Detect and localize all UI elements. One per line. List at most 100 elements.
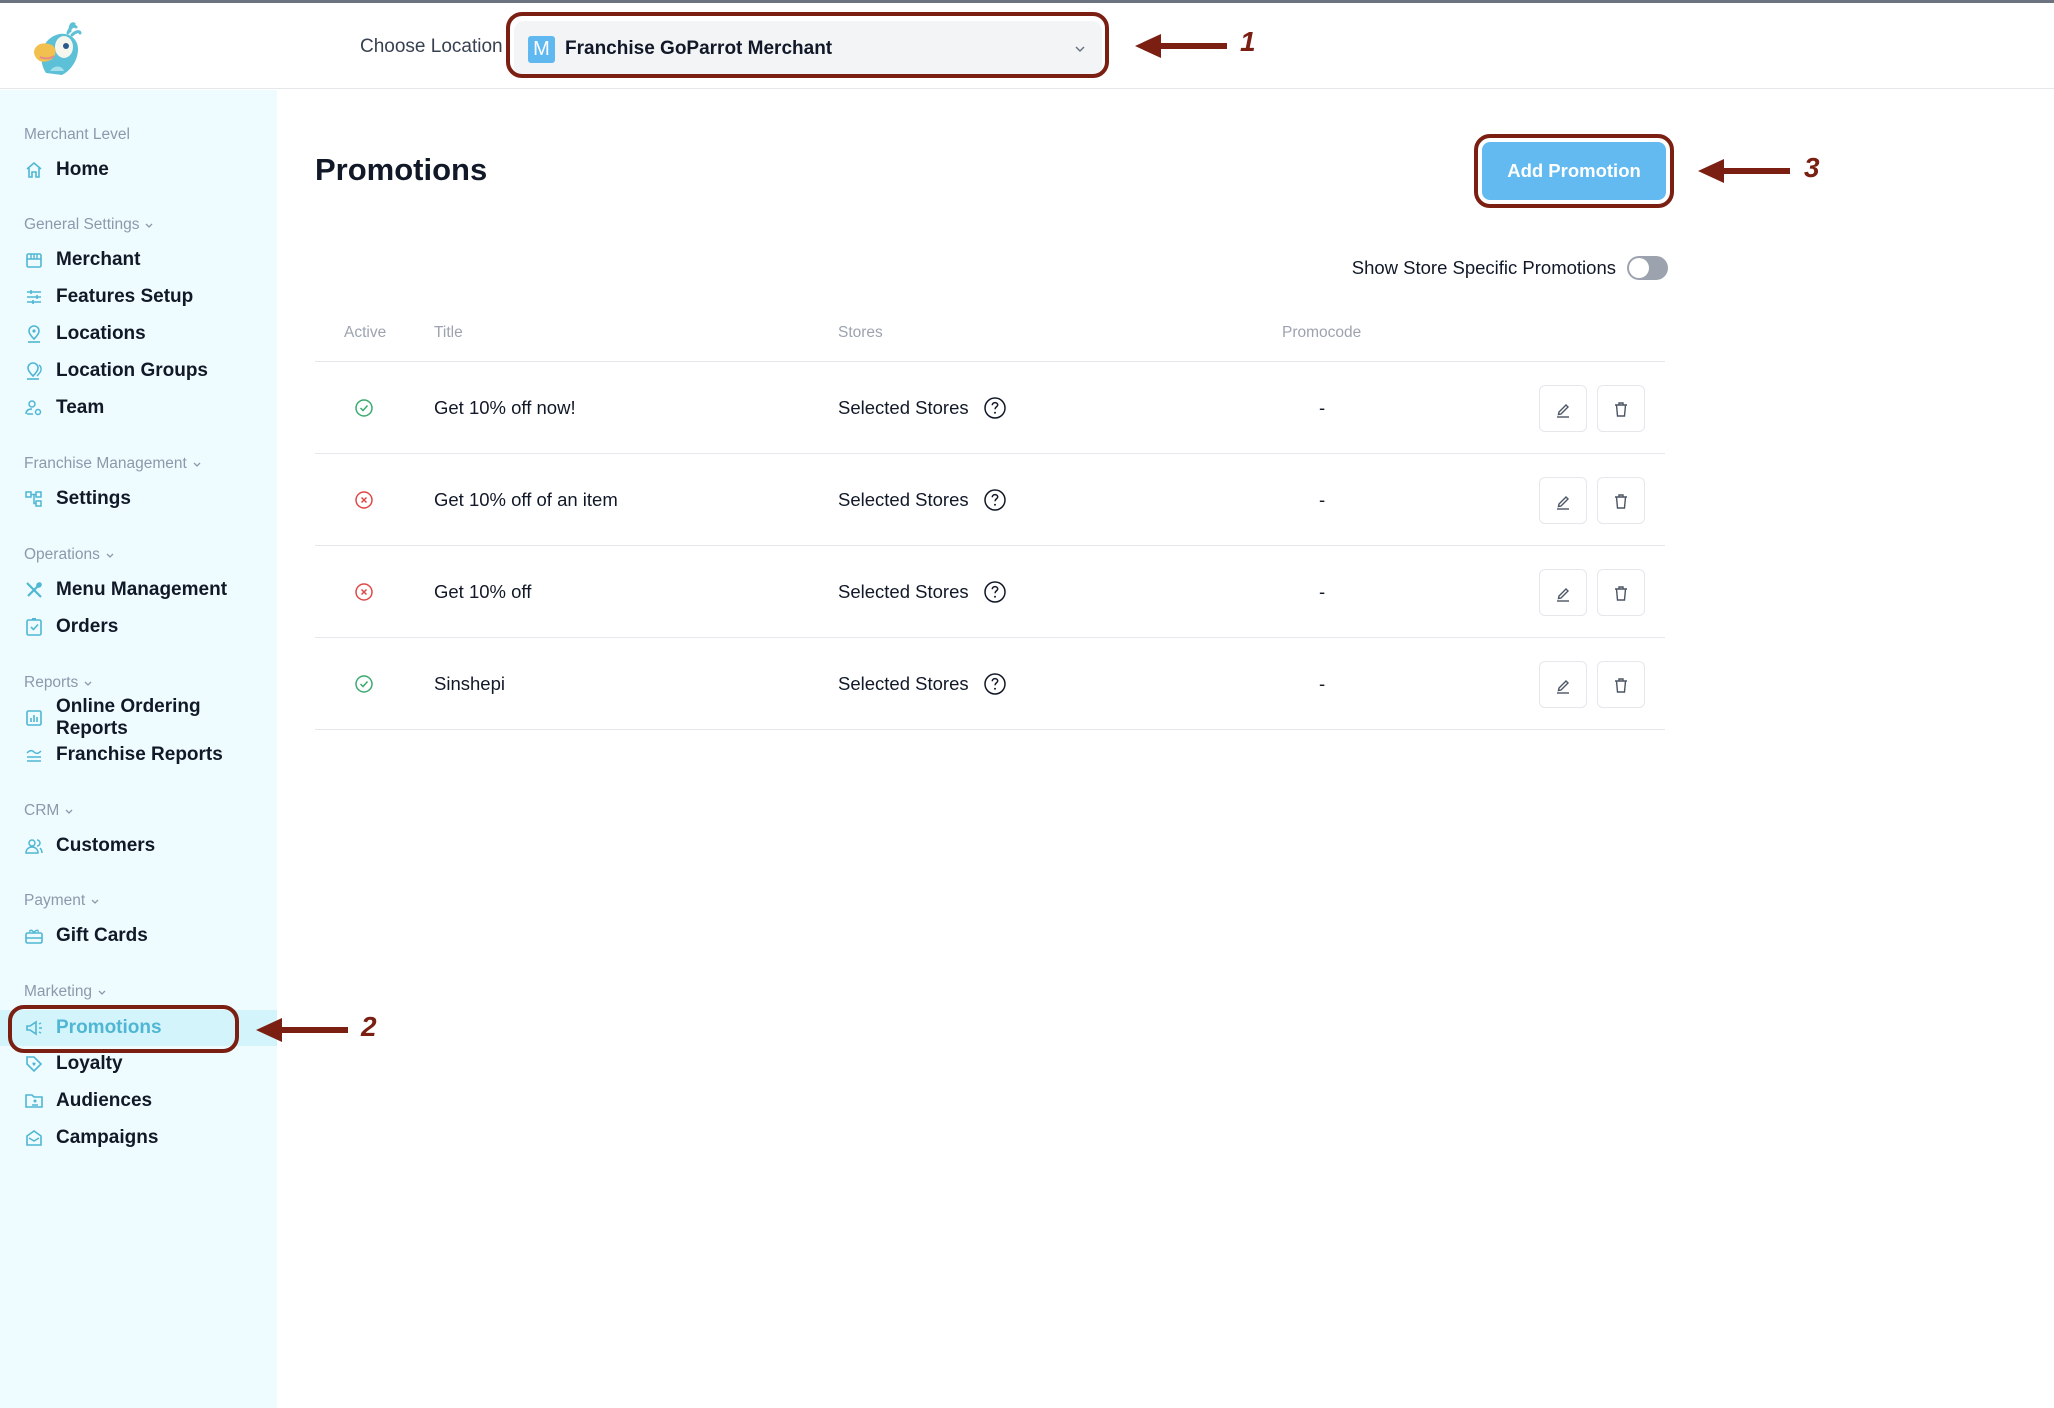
sidebar-item-features-setup[interactable]: Features Setup: [0, 279, 277, 315]
sidebar-item-franchise-settings[interactable]: Settings: [0, 481, 277, 517]
location-selected-value: Franchise GoParrot Merchant: [565, 38, 833, 59]
sidebar-item-gift-cards[interactable]: Gift Cards: [0, 918, 277, 954]
sidebar-item-loyalty[interactable]: Loyalty: [0, 1046, 277, 1082]
annotation-number-1: 1: [1240, 26, 1256, 57]
inactive-x-icon: [355, 583, 373, 601]
sidebar-item-customers[interactable]: Customers: [0, 828, 277, 864]
trash-icon: [1615, 677, 1627, 693]
cell-title: Sinshepi: [434, 638, 505, 730]
sidebar-item-audiences[interactable]: Audiences: [0, 1083, 277, 1119]
table-row: Sinshepi Selected Stores -: [315, 638, 1665, 730]
table-row: Get 10% off now! Selected Stores -: [315, 362, 1665, 454]
gift-card-icon: [24, 926, 44, 946]
column-header-stores: Stores: [838, 324, 883, 341]
sidebar-group-crm[interactable]: CRM: [24, 802, 74, 820]
promotion-title: Get 10% off: [434, 581, 532, 602]
sidebar-item-home[interactable]: Home: [0, 152, 277, 188]
goparrot-logo-icon[interactable]: [28, 21, 88, 81]
edit-button[interactable]: [1539, 569, 1587, 616]
sliders-icon: [24, 287, 44, 307]
help-circle-icon[interactable]: [983, 580, 1007, 604]
sidebar-group-label: Franchise Management: [24, 455, 187, 472]
sidebar-item-franchise-reports[interactable]: Franchise Reports: [0, 737, 277, 773]
sidebar-item-team[interactable]: Team: [0, 390, 277, 426]
sidebar-group-label: Payment: [24, 892, 86, 909]
help-circle-icon[interactable]: [983, 488, 1007, 512]
top-header: Choose Location M Franchise GoParrot Mer…: [0, 3, 2054, 89]
sidebar-item-merchant[interactable]: Merchant: [0, 242, 277, 278]
sidebar-item-label: Campaigns: [56, 1127, 159, 1148]
active-check-icon: [355, 399, 373, 417]
sidebar-group-franchise-management[interactable]: Franchise Management: [24, 455, 202, 473]
sidebar-item-label: Promotions: [56, 1017, 162, 1038]
sidebar-group-general-settings[interactable]: General Settings: [24, 216, 154, 234]
sidebar-group-operations[interactable]: Operations: [24, 546, 115, 564]
cell-promocode: -: [1319, 546, 1325, 638]
chevron-down-icon: [106, 553, 114, 558]
sidebar-item-promotions[interactable]: Promotions: [0, 1010, 277, 1046]
sidebar-item-label: Merchant: [56, 249, 141, 270]
home-icon: [24, 160, 44, 180]
promotions-table: Active Title Stores Promocode Get 10% of…: [315, 310, 1665, 730]
cell-title: Get 10% off: [434, 546, 531, 638]
edit-button[interactable]: [1539, 661, 1587, 708]
promocode-value: -: [1319, 397, 1326, 418]
sidebar-group-marketing[interactable]: Marketing: [24, 983, 107, 1001]
cell-stores: Selected Stores: [838, 362, 1007, 454]
sidebar-group-payment[interactable]: Payment: [24, 892, 100, 910]
sidebar-item-menu-management[interactable]: Menu Management: [0, 572, 277, 608]
delete-button[interactable]: [1597, 477, 1645, 524]
sidebar-item-label: Features Setup: [56, 286, 194, 307]
edit-button[interactable]: [1539, 477, 1587, 524]
sidebar-item-orders[interactable]: Orders: [0, 609, 277, 645]
map-pin-icon: [24, 324, 44, 344]
help-circle-icon[interactable]: [983, 672, 1007, 696]
envelope-open-icon: [24, 1128, 44, 1148]
delete-button[interactable]: [1597, 385, 1645, 432]
active-check-icon: [355, 675, 373, 693]
chevron-down-icon: [1075, 46, 1085, 53]
sidebar-item-campaigns[interactable]: Campaigns: [0, 1120, 277, 1156]
sidebar-item-online-ordering-reports[interactable]: Online Ordering Reports: [0, 696, 277, 739]
user-settings-icon: [24, 398, 44, 418]
table-header: Active Title Stores Promocode: [315, 310, 1665, 362]
chevron-down-icon: [65, 809, 73, 814]
annotation-arrow-3-icon: [1698, 159, 1790, 183]
table-row: Get 10% off of an item Selected Stores -: [315, 454, 1665, 546]
sidebar-item-locations[interactable]: Locations: [0, 316, 277, 352]
trash-icon: [1615, 585, 1627, 601]
cell-active: [354, 638, 374, 730]
pencil-icon: [1557, 587, 1569, 602]
location-badge: M: [528, 35, 555, 63]
cell-promocode: -: [1319, 362, 1325, 454]
sidebar-item-label: Audiences: [56, 1090, 153, 1111]
column-header-title: Title: [434, 324, 463, 341]
store-specific-toggle[interactable]: [1627, 256, 1668, 280]
sidebar-group-reports[interactable]: Reports: [24, 674, 93, 692]
sidebar-item-label: Location Groups: [56, 360, 208, 381]
stores-value: Selected Stores: [838, 397, 969, 418]
bar-chart-icon: [24, 708, 44, 728]
sidebar-item-location-groups[interactable]: Location Groups: [0, 353, 277, 389]
sidebar-group-label: Operations: [24, 546, 100, 563]
inactive-x-icon: [355, 491, 373, 509]
waves-icon: [24, 745, 44, 765]
clipboard-check-icon: [24, 617, 44, 637]
sidebar-group-merchant-level: Merchant Level: [24, 126, 130, 144]
sidebar: Merchant Level Home General Settings Mer…: [0, 90, 277, 1408]
add-promotion-button[interactable]: Add Promotion: [1482, 142, 1666, 200]
location-select[interactable]: M Franchise GoParrot Merchant: [514, 21, 1102, 77]
sidebar-item-label: Locations: [56, 323, 146, 344]
delete-button[interactable]: [1597, 661, 1645, 708]
hierarchy-icon: [24, 489, 44, 509]
delete-button[interactable]: [1597, 569, 1645, 616]
column-header-promocode: Promocode: [1282, 324, 1362, 341]
help-circle-icon[interactable]: [983, 396, 1007, 420]
sidebar-item-label: Settings: [56, 488, 131, 509]
edit-button[interactable]: [1539, 385, 1587, 432]
column-header-active: Active: [344, 324, 387, 341]
utensils-icon: [24, 580, 44, 600]
cell-title: Get 10% off now!: [434, 362, 576, 454]
promotion-title: Get 10% off of an item: [434, 489, 618, 510]
cell-stores: Selected Stores: [838, 454, 1007, 546]
